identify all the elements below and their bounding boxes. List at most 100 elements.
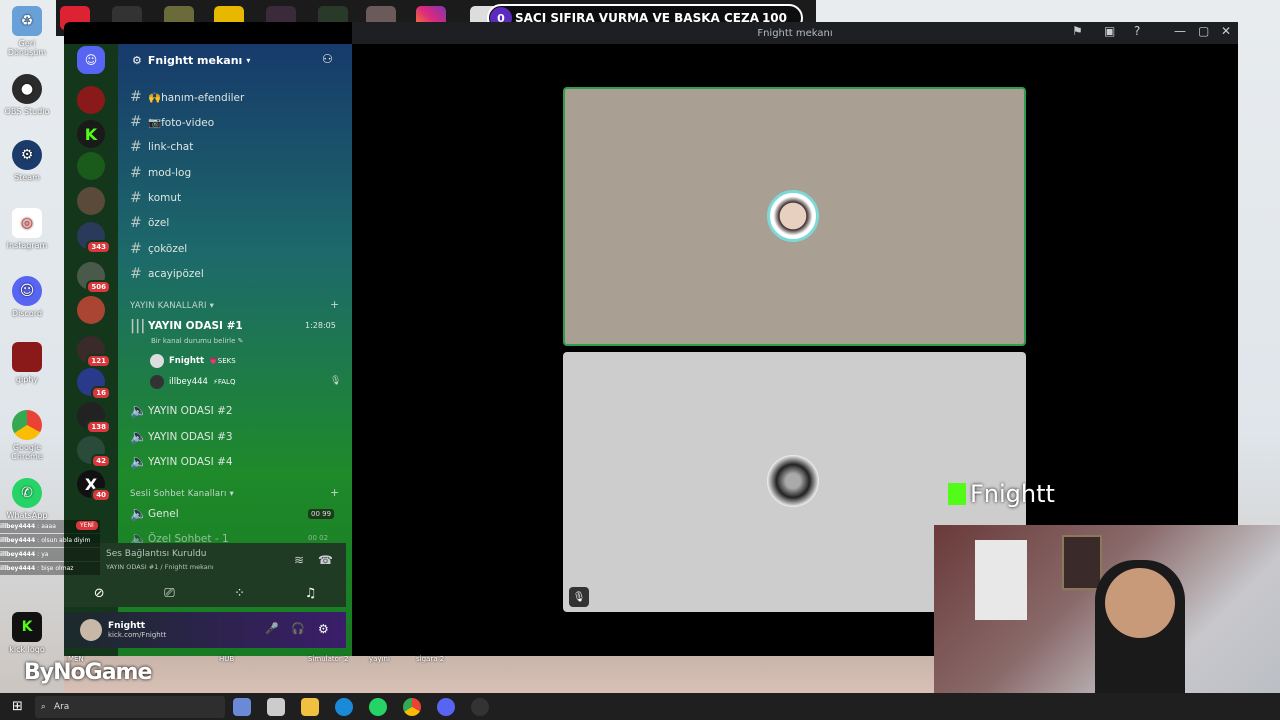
voice-channel-item[interactable]: 🔈 YAYIN ODASI #2 bbox=[130, 401, 233, 421]
obs-icon[interactable] bbox=[470, 697, 489, 716]
inbox-icon[interactable]: ⚑ bbox=[1072, 24, 1083, 38]
new-badge: YENİ bbox=[76, 521, 98, 530]
hash-icon: # bbox=[130, 215, 142, 231]
search-box[interactable]: ⌕ Ara bbox=[34, 695, 225, 718]
whatsapp-icon[interactable] bbox=[368, 697, 387, 716]
chrome-icon bbox=[12, 410, 42, 440]
add-friend-icon[interactable]: ⚇ bbox=[322, 52, 333, 66]
voice-channel-item[interactable]: 🔈 YAYIN ODASI #3 bbox=[130, 427, 233, 447]
bynogame-logo: ByNoGame bbox=[24, 660, 152, 685]
channel-item[interactable]: # 🙌hanım-efendiler bbox=[130, 87, 244, 107]
server-icon[interactable]: 506 bbox=[77, 262, 111, 294]
settings-gear-icon[interactable]: ⚙ bbox=[318, 622, 329, 636]
voice-channel-item[interactable]: 🔈 Genel bbox=[130, 504, 179, 524]
category-streams[interactable]: YAYIN KANALLARI ▾ bbox=[130, 301, 214, 311]
screen-share-icon[interactable]: ⎚ bbox=[164, 586, 174, 601]
edge-icon[interactable] bbox=[334, 697, 353, 716]
recycle-bin-icon: ♻ bbox=[12, 6, 42, 36]
activities-icon[interactable]: ⁘ bbox=[234, 586, 245, 601]
discord-icon[interactable] bbox=[436, 697, 455, 716]
server-icon[interactable] bbox=[77, 187, 105, 215]
server-header[interactable]: ⚙ Fnightt mekanı ▾ bbox=[118, 44, 352, 76]
server-icon[interactable]: 343 bbox=[77, 222, 111, 254]
noise-suppression-icon[interactable]: ≋ bbox=[294, 553, 304, 567]
voice-timer: 1:28:05 bbox=[305, 321, 336, 330]
desktop-icon-discord[interactable]: ☺ Discord bbox=[0, 276, 54, 318]
server-icon[interactable] bbox=[77, 296, 105, 324]
active-voice-channel[interactable]: ||| YAYIN ODASI #1 bbox=[130, 316, 243, 336]
voice-user[interactable]: illbey444 ⚡FALQ bbox=[150, 375, 235, 389]
kick-icon: K bbox=[12, 612, 42, 642]
whatsapp-icon: ✆ bbox=[12, 478, 42, 508]
help-icon[interactable]: ? bbox=[1134, 24, 1140, 38]
connection-status: Ses Bağlantısı Kuruldu bbox=[106, 549, 207, 559]
server-icon[interactable]: K bbox=[77, 120, 105, 148]
avatar bbox=[150, 375, 164, 389]
channel-item[interactable]: # acayipözel bbox=[130, 264, 204, 284]
avatar bbox=[767, 190, 819, 242]
chat-message: illbey4444 : bişe olmaz bbox=[0, 562, 100, 575]
poster-frame bbox=[1062, 535, 1102, 590]
desktop-icon-obs[interactable]: ● OBS Studio bbox=[0, 74, 54, 116]
connection-detail[interactable]: YAYIN ODASI #1 / Fnightt mekanı bbox=[106, 563, 214, 571]
desktop-icon-recycle[interactable]: ♻ Geri Dönüşüm bbox=[0, 6, 54, 57]
obs-icon: ● bbox=[12, 74, 42, 104]
maximize-button[interactable]: ▢ bbox=[1198, 24, 1209, 38]
server-icon[interactable]: 16 bbox=[77, 368, 111, 400]
channel-status-hint[interactable]: Bir kanal durumu belirle ✎ bbox=[151, 337, 244, 345]
screen-icon[interactable]: ▣ bbox=[1104, 24, 1115, 38]
channel-item[interactable]: # mod-log bbox=[130, 163, 191, 183]
kick-logo-icon bbox=[948, 483, 966, 505]
chat-message: illbey4444 : olsun abla diyim bbox=[0, 534, 100, 547]
channel-item[interactable]: # çoközel bbox=[130, 239, 187, 259]
microphone-icon[interactable]: 🎤 bbox=[265, 622, 279, 635]
server-settings-icon: ⚙ bbox=[132, 53, 142, 67]
chat-message: illbey4444 : ya bbox=[0, 548, 100, 561]
hash-icon: # bbox=[130, 190, 142, 206]
minimize-button[interactable]: — bbox=[1174, 24, 1186, 38]
hash-icon: # bbox=[130, 89, 142, 105]
channel-item[interactable]: # link-chat bbox=[130, 137, 193, 157]
discord-home-icon[interactable]: ☺ bbox=[77, 46, 105, 74]
channel-item[interactable]: # 📷foto-video bbox=[130, 112, 214, 132]
voice-channel-item[interactable]: 🔈 YAYIN ODASI #4 bbox=[130, 452, 233, 472]
start-button[interactable]: ⊞ bbox=[12, 699, 23, 714]
streamer-face bbox=[1105, 568, 1175, 638]
server-icon[interactable]: 121 bbox=[77, 336, 111, 368]
desktop-icon-steam[interactable]: ⚙ Steam bbox=[0, 140, 54, 182]
speaker-icon: 🔈 bbox=[130, 403, 148, 419]
channel-item[interactable]: # özel bbox=[130, 213, 169, 233]
headphones-icon[interactable]: 🎧 bbox=[291, 622, 305, 635]
server-icon[interactable]: 42 bbox=[77, 436, 111, 468]
soundboard-icon[interactable]: ♫ bbox=[305, 586, 317, 601]
camera-off-icon[interactable]: ⊘ bbox=[94, 586, 105, 601]
desktop-icon-chrome[interactable]: Google Chrome bbox=[0, 410, 54, 461]
user-limit-badge: 00 02 bbox=[308, 534, 329, 542]
desktop-icon-giphy[interactable]: giphy bbox=[0, 342, 54, 384]
copilot-icon[interactable] bbox=[232, 697, 251, 716]
voice-user[interactable]: Fnightt 💗SEKS bbox=[150, 354, 236, 368]
chrome-icon[interactable] bbox=[402, 697, 421, 716]
file-explorer-icon[interactable] bbox=[300, 697, 319, 716]
search-icon: ⌕ bbox=[40, 701, 46, 712]
avatar[interactable] bbox=[80, 619, 102, 641]
close-button[interactable]: ✕ bbox=[1221, 24, 1231, 38]
speaker-icon: 🔈 bbox=[130, 506, 148, 522]
desktop-icon-kick[interactable]: K kick logo bbox=[0, 612, 54, 654]
hash-icon: # bbox=[130, 266, 142, 282]
server-icon[interactable]: 138 bbox=[77, 402, 111, 434]
user-status: kick.com/Fnightt bbox=[108, 631, 167, 639]
store-icon[interactable] bbox=[266, 697, 285, 716]
server-icon[interactable] bbox=[77, 86, 105, 114]
add-channel-icon[interactable]: + bbox=[330, 486, 339, 499]
hash-icon: # bbox=[130, 139, 142, 155]
desktop-icon-instagram[interactable]: ◎ Instagram bbox=[0, 208, 54, 250]
server-icon[interactable] bbox=[77, 152, 105, 180]
stage-icon: ||| bbox=[130, 318, 146, 334]
desktop-icon-whatsapp[interactable]: ✆ WhatsApp bbox=[0, 478, 54, 520]
disconnect-icon[interactable]: ☎ bbox=[318, 553, 333, 567]
channel-item[interactable]: # komut bbox=[130, 188, 181, 208]
server-icon[interactable]: X 40 bbox=[77, 470, 111, 502]
add-channel-icon[interactable]: + bbox=[330, 298, 339, 311]
category-voice-chat[interactable]: Sesli Sohbet Kanalları ▾ bbox=[130, 489, 234, 499]
